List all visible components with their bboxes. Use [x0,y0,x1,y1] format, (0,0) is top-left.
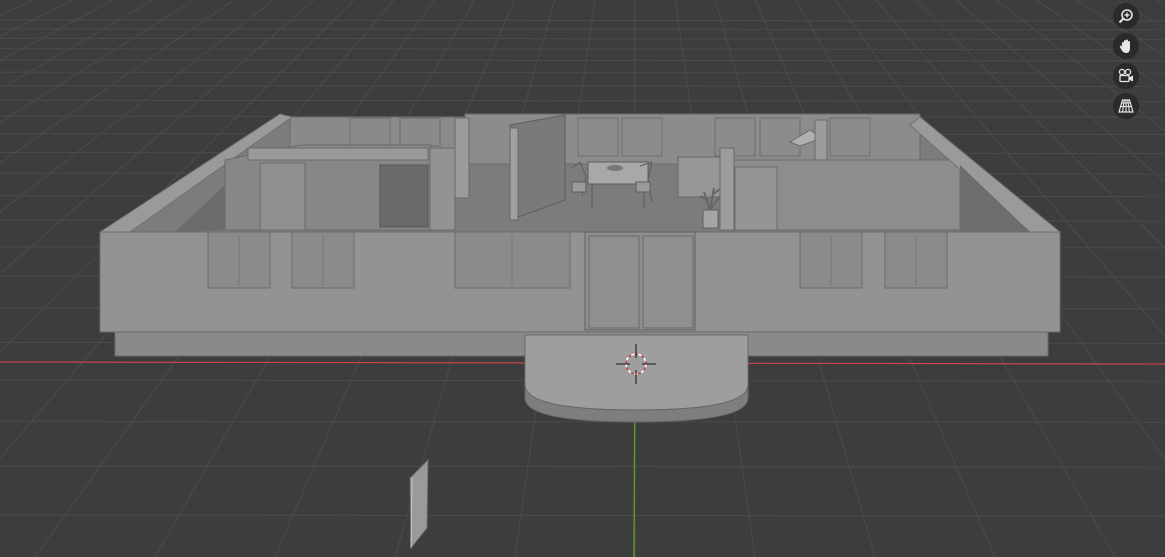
hand-icon [1119,39,1130,53]
grid-line [0,71,1165,74]
house-model[interactable] [98,113,1062,357]
grid-line [1156,0,1165,5]
camera-icon [1118,68,1133,83]
grid-line [0,420,1165,423]
grid-line [0,37,1165,40]
viewport-canvas[interactable] [0,0,1165,557]
grid-line [0,28,1165,31]
grid-line [0,0,34,16]
light-plane[interactable] [409,458,429,550]
grid-line [0,514,1165,517]
grid-line [0,99,1165,102]
camera-view-button[interactable] [1113,63,1139,89]
zoom-button[interactable] [1113,3,1139,29]
grid-perspective-icon [1118,99,1134,113]
projection-toggle-button[interactable] [1113,93,1139,119]
grid-line [0,0,114,62]
pan-button[interactable] [1113,33,1139,59]
grid-line [0,59,1165,62]
zoom-in-icon [1118,9,1133,24]
3d-viewport[interactable] [0,0,1165,557]
grid-line [0,465,1165,468]
grid-line [0,48,1165,51]
grid-line [0,19,1165,22]
grid-line [0,85,1165,88]
